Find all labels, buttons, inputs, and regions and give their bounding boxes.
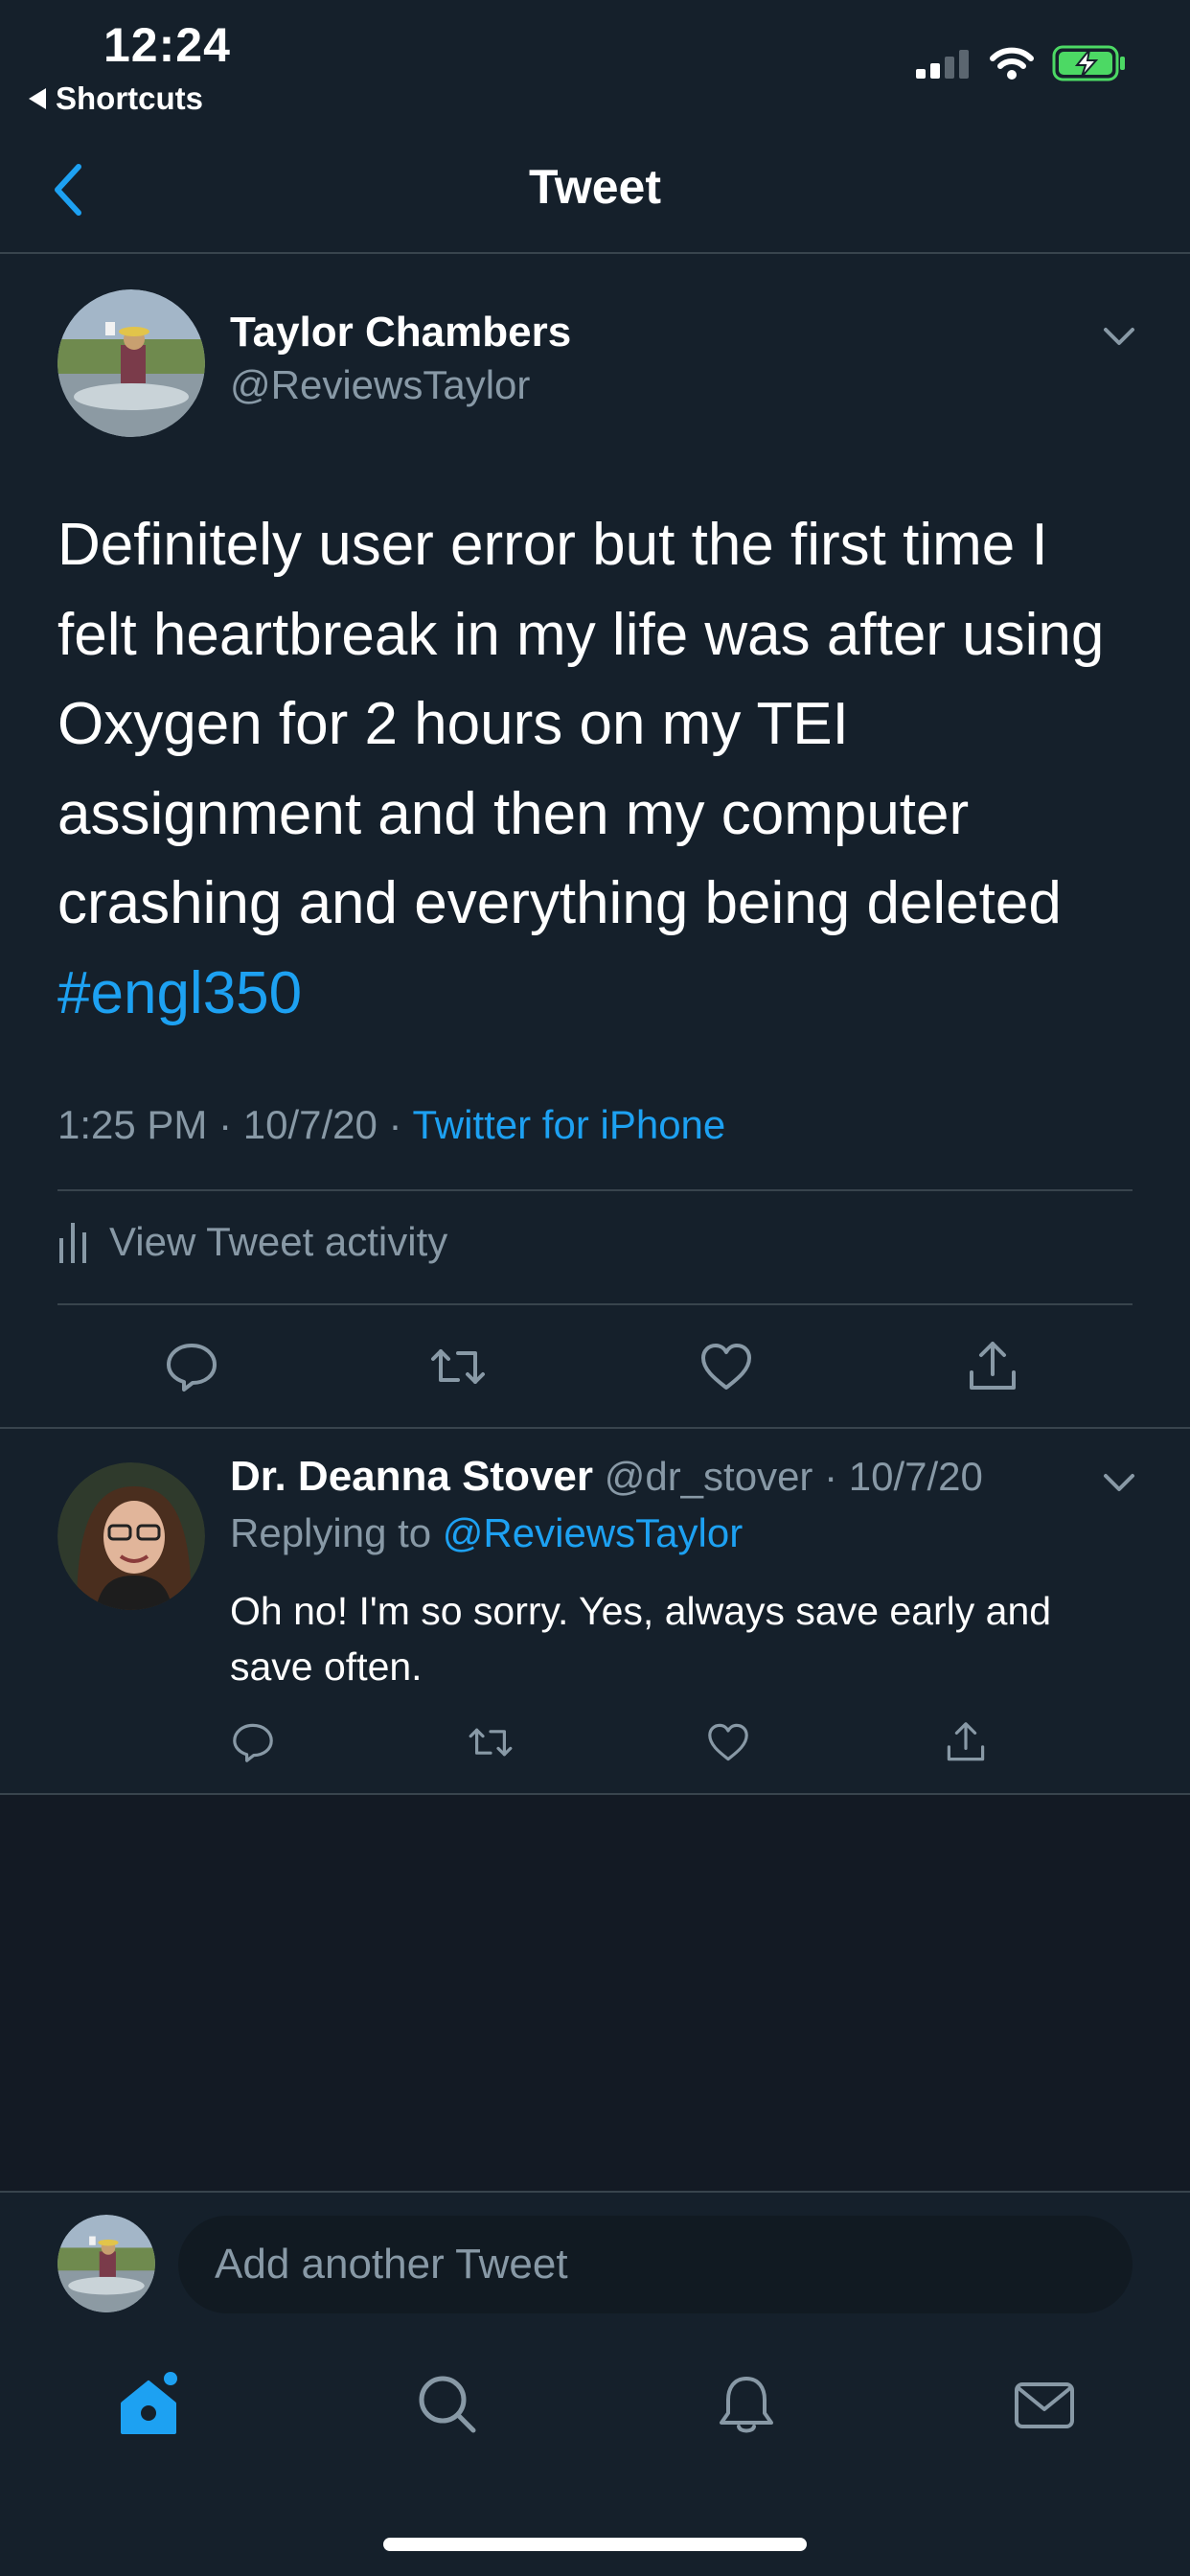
add-tweet-field[interactable]: Add another Tweet xyxy=(178,2216,1133,2313)
activity-bars-icon xyxy=(59,1223,86,1263)
home-indicator[interactable] xyxy=(383,2538,807,2551)
empty-content-area xyxy=(0,1795,1190,2191)
like-icon[interactable] xyxy=(698,1338,755,1395)
tweet-timestamp: 1:25 PM · 10/7/20 · xyxy=(57,1102,402,1147)
divider xyxy=(57,1189,1133,1191)
tweet-timestamp-row: 1:25 PM · 10/7/20 · Twitter for iPhone xyxy=(57,1102,725,1148)
replying-prefix: Replying to xyxy=(230,1510,432,1555)
reply-author-avatar[interactable] xyxy=(57,1462,205,1610)
chevron-down-icon[interactable] xyxy=(1100,1468,1138,1497)
view-tweet-activity-button[interactable]: View Tweet activity xyxy=(57,1219,447,1265)
tweet-source-link[interactable]: Twitter for iPhone xyxy=(412,1102,725,1147)
like-icon[interactable] xyxy=(705,1719,751,1765)
share-icon[interactable] xyxy=(964,1338,1021,1395)
retweet-icon[interactable] xyxy=(429,1338,487,1395)
hashtag-link[interactable]: #engl350 xyxy=(57,960,302,1026)
cellular-signal-icon xyxy=(916,50,969,79)
composer-avatar[interactable] xyxy=(57,2215,155,2312)
header-divider xyxy=(0,252,1190,254)
page-title: Tweet xyxy=(529,160,661,214)
author-handle[interactable]: @ReviewsTaylor xyxy=(230,362,530,408)
add-tweet-placeholder: Add another Tweet xyxy=(215,2241,568,2288)
reply-header: Dr. Deanna Stover @dr_stover · 10/7/20 xyxy=(230,1453,983,1501)
retweet-icon[interactable] xyxy=(468,1719,514,1765)
activity-label: View Tweet activity xyxy=(109,1219,448,1264)
reply-author-handle[interactable]: @dr_stover xyxy=(605,1454,813,1499)
back-chevron-icon[interactable] xyxy=(50,161,88,218)
divider xyxy=(0,1427,1190,1429)
chevron-down-icon[interactable] xyxy=(1100,322,1138,351)
replying-to: Replying to @ReviewsTaylor xyxy=(230,1510,743,1556)
messages-icon[interactable] xyxy=(1011,2371,1078,2438)
wifi-icon xyxy=(990,47,1034,80)
reply-icon[interactable] xyxy=(230,1719,276,1765)
divider xyxy=(0,2191,1190,2193)
battery-charging-icon xyxy=(1052,45,1125,81)
status-time: 12:24 xyxy=(103,18,231,72)
back-triangle-icon xyxy=(29,88,46,109)
author-name[interactable]: Taylor Chambers xyxy=(230,309,571,356)
reply-date: · 10/7/20 xyxy=(824,1454,983,1499)
home-icon[interactable] xyxy=(115,2371,182,2438)
back-app-label: Shortcuts xyxy=(56,80,204,116)
divider xyxy=(57,1303,1133,1305)
tweet-text: Definitely user error but the first time… xyxy=(57,500,1140,1038)
search-icon[interactable] xyxy=(414,2371,481,2438)
author-avatar[interactable] xyxy=(57,289,205,437)
reply-icon[interactable] xyxy=(163,1338,220,1395)
reply-text: Oh no! I'm so sorry. Yes, always save ea… xyxy=(230,1589,1052,1689)
tweet-body: Definitely user error but the first time… xyxy=(57,512,1105,936)
notifications-icon[interactable] xyxy=(713,2371,780,2438)
back-to-app-link[interactable]: Shortcuts xyxy=(29,80,203,117)
reply-author-name[interactable]: Dr. Deanna Stover xyxy=(230,1453,593,1500)
share-icon[interactable] xyxy=(943,1719,989,1765)
replying-handle-link[interactable]: @ReviewsTaylor xyxy=(443,1510,743,1555)
